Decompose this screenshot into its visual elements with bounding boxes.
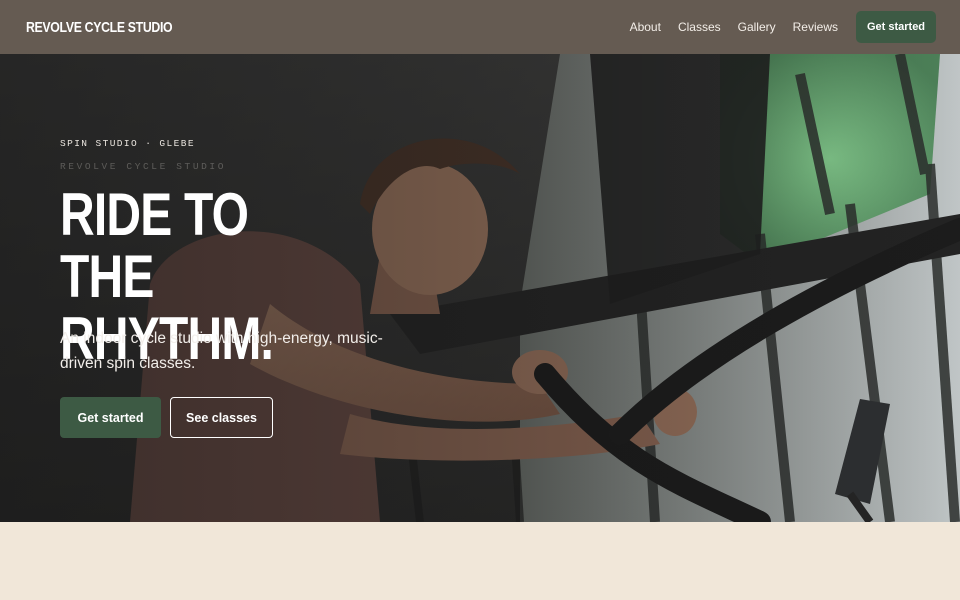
next-section [0,522,960,600]
nav-link-about[interactable]: About [630,20,661,34]
brand-logo[interactable]: REVOLVE CYCLE STUDIO [26,19,173,36]
hero-subtext: An indoor cycle studio with high-energy,… [60,330,383,372]
nav-links: About Classes Gallery Reviews Get starte… [613,11,936,43]
hero-section: SPIN STUDIO · GLEBE REVOLVE CYCLE STUDIO… [0,54,960,522]
hero-see-classes-button[interactable]: See classes [170,397,273,438]
nav-get-started-button[interactable]: Get started [856,11,936,43]
nav-link-gallery[interactable]: Gallery [738,20,776,34]
nav-link-classes[interactable]: Classes [678,20,721,34]
top-nav: REVOLVE CYCLE STUDIO About Classes Galle… [0,0,960,54]
nav-link-reviews[interactable]: Reviews [793,20,838,34]
hero-get-started-button[interactable]: Get started [60,397,161,438]
hero-eyebrow: SPIN STUDIO · GLEBE [60,138,195,149]
hero-eyebrow-ghost: REVOLVE CYCLE STUDIO [60,161,227,172]
